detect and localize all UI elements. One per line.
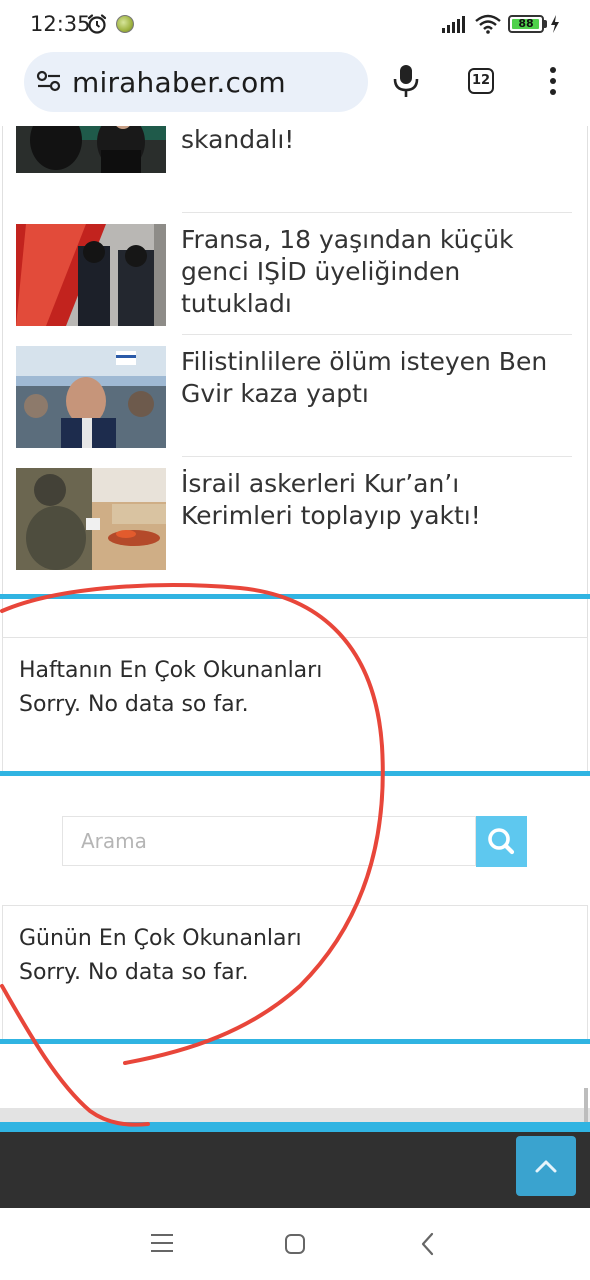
news-item[interactable]: Filistinlilere ölüm isteyen Ben Gvir kaz… <box>0 346 586 456</box>
divider <box>182 456 572 457</box>
battery-icon: 88 <box>508 15 544 33</box>
news-item[interactable]: skandalı! <box>0 126 586 230</box>
widget-title: Günün En Çok Okunanları <box>19 926 302 951</box>
footer-divider <box>0 1108 590 1122</box>
widget-bottom-border <box>0 1039 590 1044</box>
site-settings-icon[interactable] <box>36 70 62 96</box>
news-title[interactable]: Filistinlilere ölüm isteyen Ben Gvir kaz… <box>181 346 576 410</box>
search-button[interactable] <box>476 816 527 867</box>
search-icon <box>488 828 515 855</box>
news-thumbnail[interactable] <box>16 346 166 448</box>
microphone-icon[interactable] <box>391 64 421 102</box>
divider <box>182 212 572 213</box>
widget-empty-message: Sorry. No data so far. <box>19 960 249 985</box>
address-bar[interactable]: mirahaber.com <box>24 52 368 112</box>
menu-icon[interactable] <box>548 66 558 100</box>
system-nav-bar <box>0 1208 590 1280</box>
widget-bottom-border <box>0 771 590 776</box>
news-thumbnail[interactable] <box>16 224 166 326</box>
news-thumbnail[interactable] <box>16 126 166 173</box>
scrollbar[interactable] <box>584 1088 588 1122</box>
footer-accent-bar <box>0 1122 590 1132</box>
news-thumbnail[interactable] <box>16 468 166 570</box>
daily-most-read-widget: Günün En Çok Okunanları Sorry. No data s… <box>2 905 588 1040</box>
news-title[interactable]: Fransa, 18 yaşından küçük genci IŞİD üye… <box>181 224 576 320</box>
alarm-icon <box>86 13 108 39</box>
status-bar: 12:35 88 <box>0 0 590 50</box>
news-item[interactable]: Fransa, 18 yaşından küçük genci IŞİD üye… <box>0 224 586 334</box>
home-icon[interactable] <box>284 1233 306 1259</box>
recent-apps-icon[interactable] <box>150 1232 174 1258</box>
search-box[interactable] <box>62 816 476 866</box>
card-bottom-border <box>0 594 590 599</box>
signal-icon <box>441 15 467 37</box>
screen: 12:35 88 mirahaber.com 12 skandalı! Fran… <box>0 0 590 1280</box>
chevron-up-icon <box>535 1160 557 1173</box>
status-time: 12:35 <box>30 12 91 36</box>
search-input[interactable] <box>63 817 475 865</box>
web-page: skandalı! Fransa, 18 yaşından küçük genc… <box>0 126 590 1208</box>
divider <box>182 334 572 335</box>
widget-empty-message: Sorry. No data so far. <box>19 692 249 717</box>
app-notification-icon <box>116 15 134 33</box>
back-to-top-button[interactable] <box>516 1136 576 1196</box>
news-title[interactable]: skandalı! <box>181 126 576 156</box>
news-title[interactable]: İsrail askerleri Kur’an’ı Kerimleri topl… <box>181 468 576 532</box>
back-icon[interactable] <box>420 1232 436 1260</box>
weekly-most-read-widget: Haftanın En Çok Okunanları Sorry. No dat… <box>2 637 588 772</box>
url-text[interactable]: mirahaber.com <box>72 66 286 99</box>
tabs-icon[interactable]: 12 <box>468 68 494 94</box>
wifi-icon <box>474 14 502 38</box>
charging-bolt-icon <box>550 15 560 37</box>
battery-level: 88 <box>518 17 534 30</box>
widget-title: Haftanın En Çok Okunanları <box>19 658 323 683</box>
footer <box>0 1132 590 1208</box>
news-item[interactable]: İsrail askerleri Kur’an’ı Kerimleri topl… <box>0 468 586 578</box>
